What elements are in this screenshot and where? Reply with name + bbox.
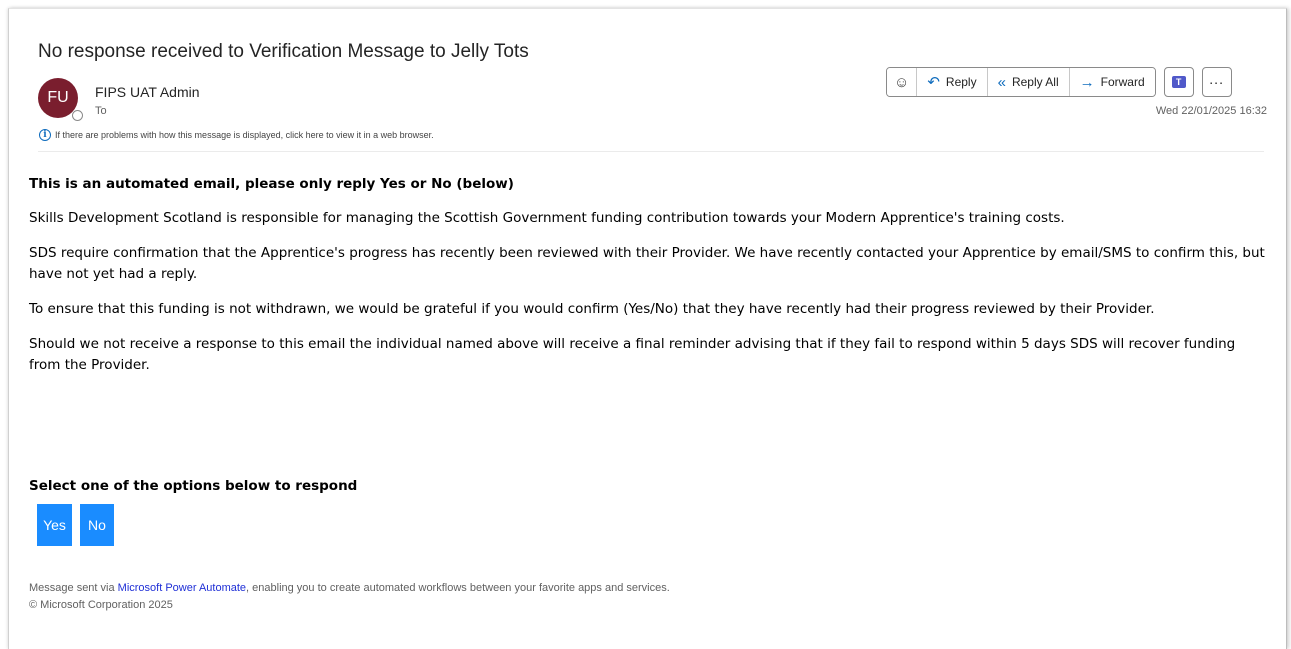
forward-label: Forward: [1100, 75, 1145, 89]
header-divider: [38, 151, 1264, 152]
reply-label: Reply: [945, 75, 977, 89]
forward-icon: →: [1079, 73, 1095, 91]
message-actions-toolbar: ☺ ↶ Reply « Reply All → Forward T ...: [886, 67, 1232, 97]
body-paragraph: SDS require confirmation that the Appren…: [29, 245, 1265, 282]
presence-status-icon: [72, 110, 83, 121]
footer-prefix: Message sent via: [29, 582, 118, 594]
reply-all-button[interactable]: « Reply All: [987, 68, 1070, 96]
power-automate-link[interactable]: Microsoft Power Automate: [118, 582, 246, 594]
received-date: Wed 22/01/2025 16:32: [1155, 105, 1267, 117]
teams-icon: T: [1171, 76, 1186, 88]
body-paragraph: Should we not receive a response to this…: [29, 336, 1236, 373]
footer-suffix: , enabling you to create automated workf…: [246, 582, 670, 594]
reply-all-label: Reply All: [1011, 75, 1059, 89]
email-subject: No response received to Verification Mes…: [38, 41, 529, 62]
avatar-initials: FU: [47, 89, 69, 106]
no-button[interactable]: No: [80, 504, 114, 546]
reply-icon: ↶: [927, 74, 940, 91]
yes-button[interactable]: Yes: [37, 504, 72, 546]
body-paragraph: Skills Development Scotland is responsib…: [29, 210, 1065, 226]
more-actions-button[interactable]: ...: [1201, 67, 1232, 97]
email-body: This is an automated email, please only …: [29, 174, 1269, 546]
email-footer: Message sent via Microsoft Power Automat…: [29, 580, 670, 614]
smiley-icon: ☺: [894, 73, 910, 91]
reply-button[interactable]: ↶ Reply: [917, 68, 988, 96]
sender-name[interactable]: FIPS UAT Admin: [95, 84, 200, 100]
teams-button[interactable]: T: [1163, 67, 1194, 97]
footer-copyright: © Microsoft Corporation 2025: [29, 599, 173, 611]
footer-sent-via: Message sent via Microsoft Power Automat…: [29, 580, 670, 597]
forward-button[interactable]: → Forward: [1069, 68, 1155, 96]
body-paragraph: To ensure that this funding is not withd…: [29, 301, 1155, 317]
more-icon: ...: [1209, 71, 1224, 87]
emoji-reaction-button[interactable]: ☺: [887, 68, 918, 96]
display-problem-notice[interactable]: i If there are problems with how this me…: [39, 129, 434, 141]
body-heading: This is an automated email, please only …: [29, 176, 514, 192]
respond-prompt: Select one of the options below to respo…: [29, 478, 358, 494]
action-button-group: ☺ ↶ Reply « Reply All → Forward: [886, 67, 1156, 97]
recipient-line: To: [95, 105, 107, 117]
reply-all-icon: «: [997, 73, 1006, 91]
display-problem-text[interactable]: If there are problems with how this mess…: [55, 130, 434, 140]
info-icon: i: [39, 129, 51, 141]
